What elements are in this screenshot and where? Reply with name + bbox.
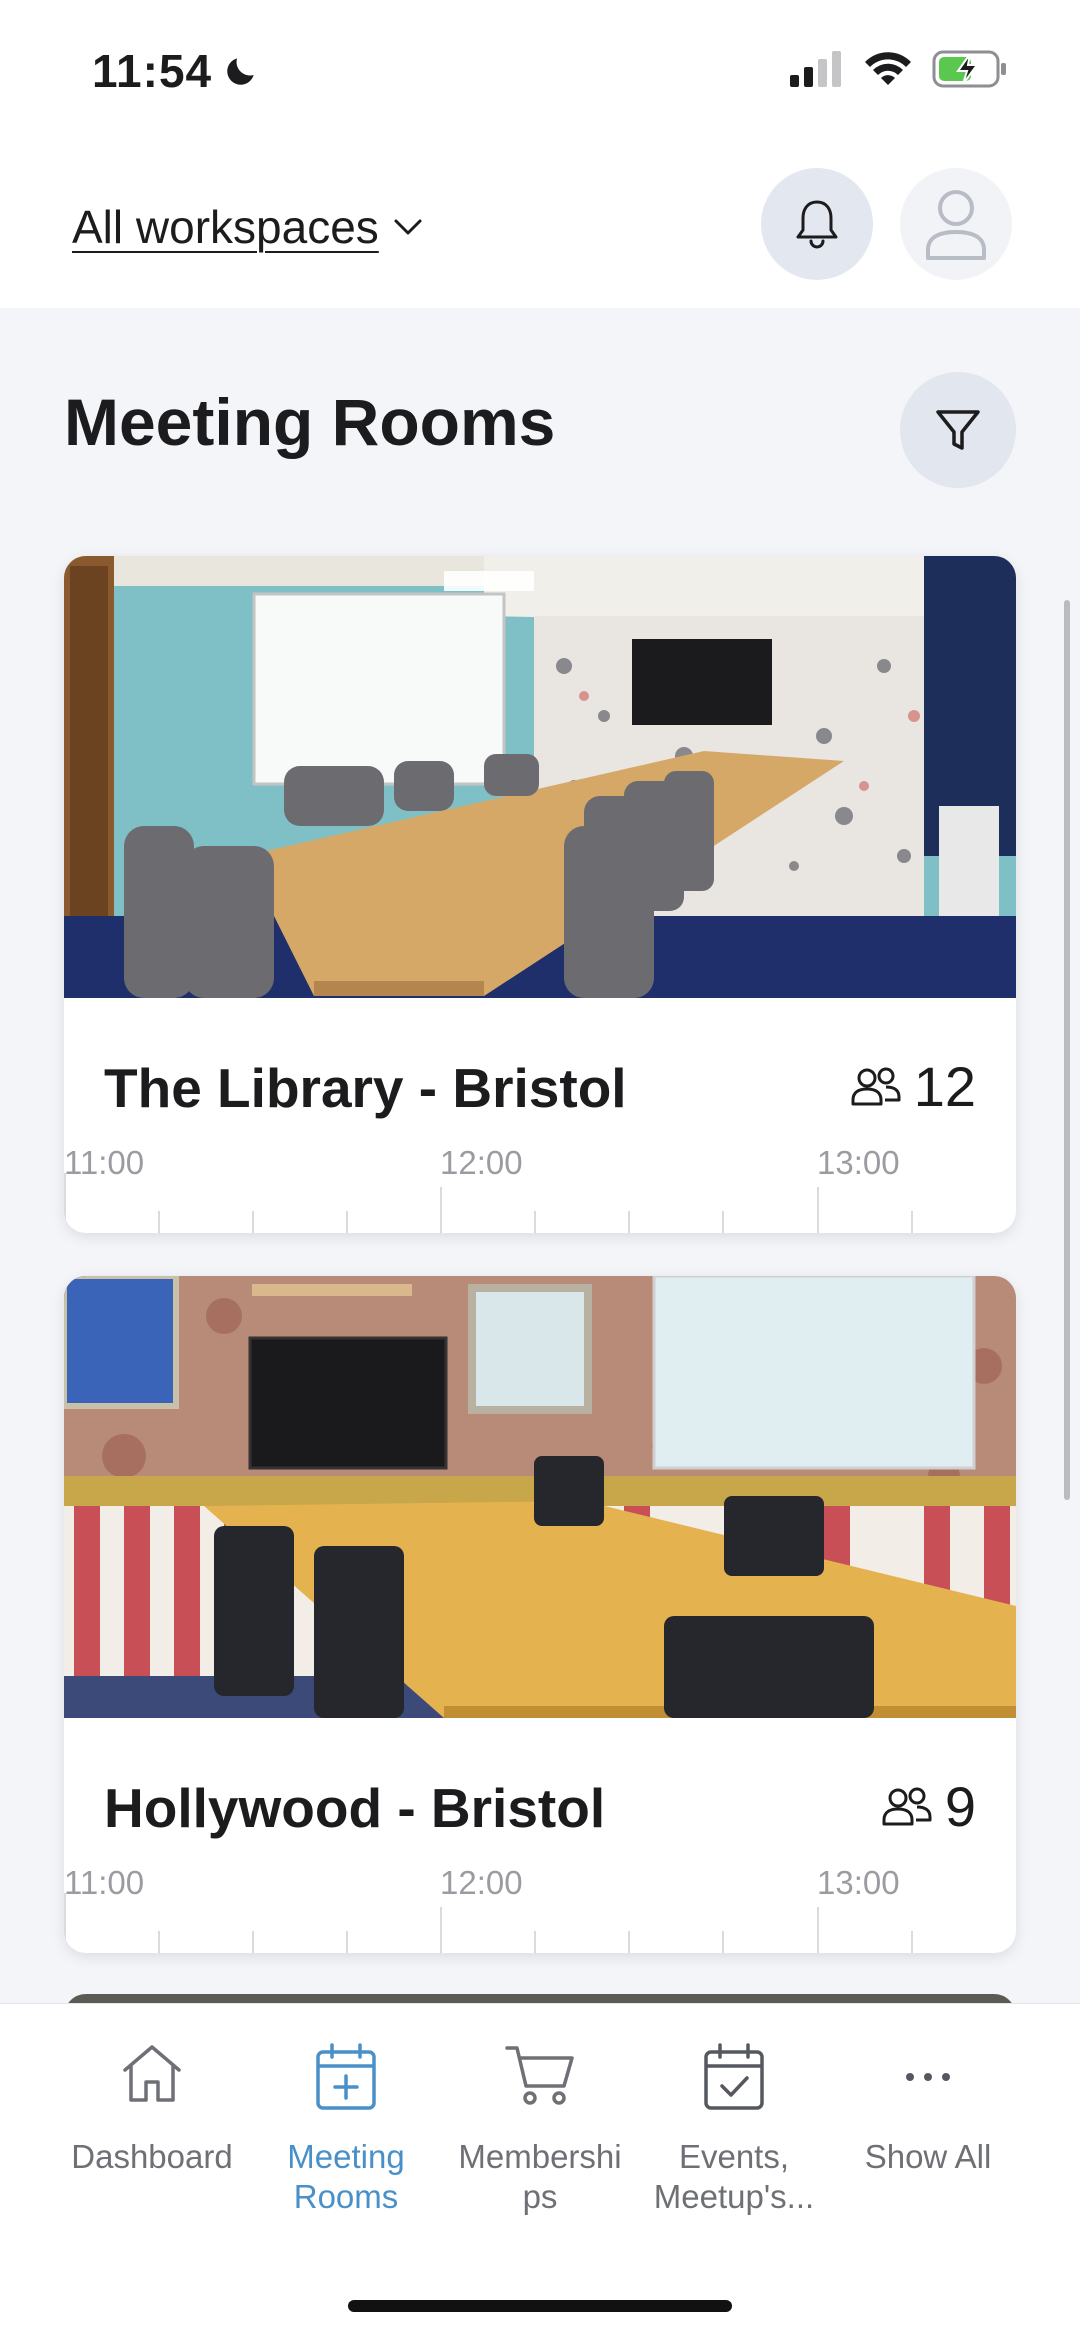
home-indicator xyxy=(348,2300,732,2312)
calendar-plus-icon xyxy=(316,2043,376,2110)
workspace-selector[interactable]: All workspaces xyxy=(72,200,423,254)
wifi-icon xyxy=(865,52,911,85)
room-name: Hollywood - Bristol xyxy=(104,1777,606,1839)
capacity-value: 12 xyxy=(913,1055,976,1118)
page-title: Meeting Rooms xyxy=(64,385,556,459)
timeline-tick xyxy=(817,1907,819,1953)
avatar-icon xyxy=(926,190,986,260)
top-bar: All workspaces xyxy=(0,140,1080,308)
workspace-label: All workspaces xyxy=(72,201,379,253)
timeline-tick xyxy=(158,1211,160,1233)
timeline-tick xyxy=(440,1907,442,1953)
availability-timeline[interactable]: 11:00 12:00 13:00 xyxy=(64,1144,1016,1233)
battery-charging-icon xyxy=(932,50,1006,88)
status-icons xyxy=(790,50,1008,88)
timeline-tick xyxy=(534,1211,536,1233)
room-photo xyxy=(64,1276,1016,1718)
tab-dashboard[interactable]: Dashboard xyxy=(52,2004,252,2234)
tab-show-all[interactable]: Show All xyxy=(828,2004,1028,2234)
timeline-label: 12:00 xyxy=(440,1864,523,1901)
room-capacity: 12 xyxy=(850,1054,976,1119)
timeline-label: 13:00 xyxy=(817,1864,900,1901)
tab-meeting-rooms[interactable]: Meeting Rooms xyxy=(246,2004,446,2234)
filter-button[interactable] xyxy=(900,372,1016,488)
capacity-value: 9 xyxy=(944,1775,976,1838)
room-card[interactable]: The Library - Bristol 12 11:00 12:00 13:… xyxy=(64,556,1016,1233)
timeline-tick xyxy=(628,1211,630,1233)
availability-timeline[interactable]: 11:00 12:00 13:00 xyxy=(64,1864,1016,1953)
more-icon xyxy=(906,2073,950,2081)
tab-label: Meeting Rooms xyxy=(287,2138,405,2215)
timeline-tick xyxy=(722,1931,724,1953)
timeline-tick xyxy=(252,1931,254,1953)
timeline-tick xyxy=(158,1931,160,1953)
signal-icon xyxy=(790,51,841,87)
timeline-tick xyxy=(440,1187,442,1233)
home-icon xyxy=(123,2045,181,2102)
tab-label: Membershi ps xyxy=(458,2138,622,2215)
timeline-tick xyxy=(722,1211,724,1233)
room-card[interactable]: Hollywood - Bristol 9 11:00 12:00 13:00 xyxy=(64,1276,1016,1953)
room-photo xyxy=(64,556,1016,998)
scrollbar[interactable] xyxy=(1064,600,1070,1500)
timeline-tick xyxy=(346,1211,348,1233)
tab-label: Events, Meetup's... xyxy=(653,2138,815,2215)
timeline-tick xyxy=(346,1931,348,1953)
cart-icon xyxy=(505,2046,574,2105)
tab-label: Dashboard xyxy=(71,2138,233,2175)
people-icon xyxy=(851,1067,901,1105)
timeline-tick xyxy=(64,1173,66,1233)
room-name: The Library - Bristol xyxy=(104,1057,627,1119)
timeline-tick xyxy=(911,1211,913,1233)
bottom-tab-bar: Dashboard Meeting Rooms Membershi ps Eve… xyxy=(0,2003,1080,2337)
timeline-tick xyxy=(64,1893,66,1953)
filter-icon xyxy=(936,410,980,450)
calendar-check-icon xyxy=(704,2043,764,2110)
timeline-tick xyxy=(252,1211,254,1233)
chevron-down-icon xyxy=(394,219,422,235)
tab-memberships[interactable]: Membershi ps xyxy=(440,2004,640,2234)
room-capacity: 9 xyxy=(881,1774,976,1839)
timeline-tick xyxy=(628,1931,630,1953)
status-bar: 11:54 xyxy=(0,0,1080,140)
tab-events[interactable]: Events, Meetup's... xyxy=(634,2004,834,2234)
status-time: 11:54 xyxy=(92,44,260,98)
bell-icon xyxy=(796,200,838,249)
moon-icon xyxy=(227,58,254,85)
timeline-label: 11:00 xyxy=(64,1144,145,1181)
notifications-button[interactable] xyxy=(761,168,873,280)
profile-button[interactable] xyxy=(900,168,1012,280)
timeline-label: 12:00 xyxy=(440,1144,523,1181)
timeline-label: 13:00 xyxy=(817,1144,900,1181)
tab-label: Show All xyxy=(864,2138,992,2175)
timeline-tick xyxy=(911,1931,913,1953)
timeline-tick xyxy=(817,1187,819,1233)
status-time-text: 11:54 xyxy=(92,45,213,97)
timeline-tick xyxy=(534,1931,536,1953)
timeline-label: 11:00 xyxy=(64,1864,145,1901)
people-icon xyxy=(882,1787,932,1825)
